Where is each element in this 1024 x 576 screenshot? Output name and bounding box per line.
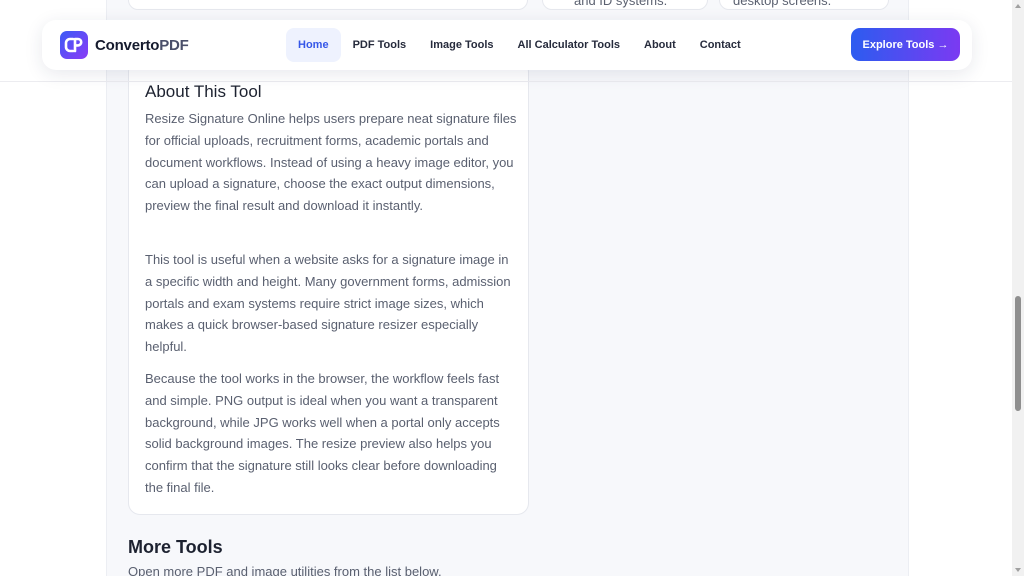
vertical-scrollbar[interactable] bbox=[1012, 0, 1024, 576]
more-tools-subtitle: Open more PDF and image utilities from t… bbox=[128, 564, 442, 576]
nav-pdf-tools[interactable]: PDF Tools bbox=[341, 28, 419, 62]
logo-wordmark: ConvertoPDF bbox=[95, 37, 189, 54]
page-viewport: and ID systems. desktop screens. About T… bbox=[0, 0, 1012, 576]
about-paragraph: This tool is useful when a website asks … bbox=[145, 252, 511, 355]
nav-image-tools[interactable]: Image Tools bbox=[418, 28, 505, 62]
nav-about[interactable]: About bbox=[632, 28, 688, 62]
logo-brand: Converto bbox=[95, 36, 160, 54]
scroll-up-icon[interactable] bbox=[1015, 4, 1021, 8]
about-title: About This Tool bbox=[145, 82, 262, 101]
logo-suffix: PDF bbox=[159, 36, 189, 54]
top-navbar: ConvertoPDF Home PDF Tools Image Tools A… bbox=[42, 20, 972, 70]
scroll-thumb[interactable] bbox=[1015, 296, 1021, 411]
converto-logo-icon bbox=[60, 31, 88, 59]
about-paragraph: Because the tool works in the browser, t… bbox=[145, 371, 500, 495]
about-paragraph: Resize Signature Online helps users prep… bbox=[145, 111, 517, 214]
nav-all-calculator-tools[interactable]: All Calculator Tools bbox=[506, 28, 632, 62]
logo[interactable]: ConvertoPDF bbox=[60, 31, 189, 59]
more-tools-title: More Tools bbox=[128, 537, 223, 557]
nav-home[interactable]: Home bbox=[286, 28, 341, 62]
nav-contact[interactable]: Contact bbox=[688, 28, 753, 62]
scroll-down-icon[interactable] bbox=[1015, 568, 1021, 572]
explore-tools-button[interactable]: Explore Tools → bbox=[851, 28, 960, 61]
nav-links: Home PDF Tools Image Tools All Calculato… bbox=[286, 28, 753, 62]
